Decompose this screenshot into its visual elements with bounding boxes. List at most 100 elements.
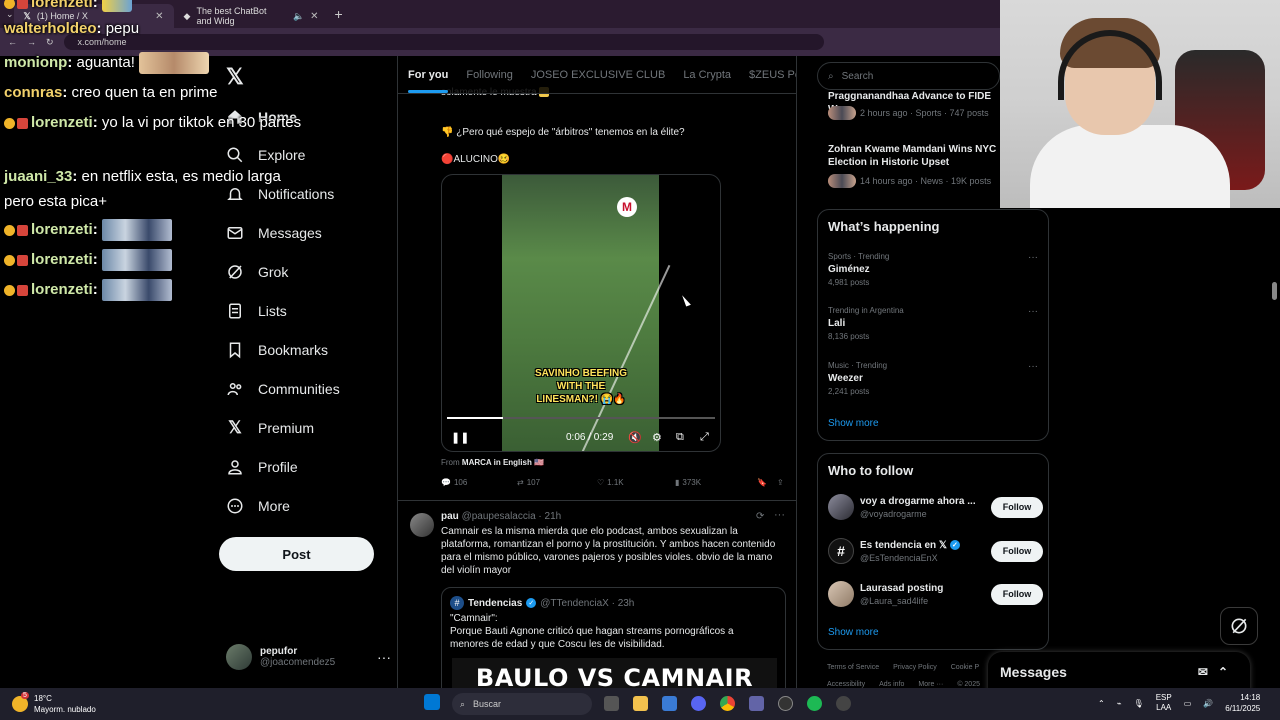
quoted-post[interactable]: # Tendencias ✓ @TTendenciaX · 23h "Camna… <box>441 587 786 688</box>
chrome-icon[interactable] <box>720 696 735 711</box>
video-player[interactable]: M SAVINHO BEEFING WITH THE LINESMAN?! 😭🔥… <box>441 174 721 452</box>
weather-widget[interactable]: 5 18°C Mayorm. nublado <box>12 692 96 715</box>
tab-following[interactable]: Following <box>466 69 512 81</box>
display-icon[interactable]: ▭ <box>1184 699 1192 708</box>
chat-message: lorenzeti: <box>4 279 172 301</box>
file-explorer-icon[interactable] <box>633 696 648 711</box>
follow-button[interactable]: Follow <box>991 540 1043 562</box>
emote <box>139 52 210 74</box>
reply-button[interactable]: 💬 106 <box>441 478 517 487</box>
taskbar-search[interactable]: ⌕ Buscar <box>452 693 592 715</box>
feed-tabs: For you Following JOSEO EXCLUSIVE CLUB L… <box>398 56 796 94</box>
chat-message: lorenzeti: <box>4 0 132 13</box>
trend-item[interactable]: Sports · Trending Giménez 4,981 posts ··… <box>828 252 1038 287</box>
weather-icon: 5 <box>12 692 29 712</box>
show-more-link[interactable]: Show more <box>828 627 879 638</box>
share-icon[interactable]: ⇪ <box>777 478 784 487</box>
compose-and-collapse-icons[interactable]: ✉⌃ <box>1198 665 1238 679</box>
grok-floating-button[interactable] <box>1220 607 1258 645</box>
x-premium-icon: 𝕏 <box>228 418 242 437</box>
mute-icon[interactable]: 🔇 <box>628 431 642 444</box>
settings-icon[interactable]: ⚙ <box>652 431 662 444</box>
grok-icon[interactable]: ⟳ <box>756 511 764 522</box>
search-input[interactable]: ⌕ Search <box>817 62 1000 90</box>
network-icon[interactable]: ⌁ <box>1117 699 1122 708</box>
clock[interactable]: 14:18 6/11/2025 <box>1225 692 1260 714</box>
webcam-overlay <box>1000 0 1280 208</box>
more-dots-icon[interactable]: ··· <box>1028 306 1038 317</box>
card-title: Who to follow <box>828 463 914 478</box>
progress-bar[interactable] <box>447 417 715 419</box>
store-icon[interactable] <box>662 696 677 711</box>
input-language[interactable]: ESP LAA <box>1156 693 1172 713</box>
emote <box>101 219 172 241</box>
discord-icon[interactable] <box>691 696 706 711</box>
video-caption: SAVINHO BEEFING WITH THE LINESMAN?! 😭🔥 <box>534 368 628 405</box>
microphone-icon[interactable]: 🎙 <box>1134 699 1144 708</box>
chevron-up-icon[interactable]: ⌃ <box>1098 699 1105 708</box>
post-header: pau @paupesalaccia · 21h <box>441 511 562 522</box>
trend-item[interactable]: Music · Trending Weezer 2,241 posts ··· <box>828 361 1038 396</box>
search-icon: ⌕ <box>828 70 834 82</box>
nav-premium[interactable]: 𝕏 Premium <box>226 418 314 437</box>
tab-joseo[interactable]: JOSEO EXCLUSIVE CLUB <box>531 69 666 81</box>
avatar[interactable] <box>410 513 434 537</box>
video-frame: M SAVINHO BEEFING WITH THE LINESMAN?! 😭🔥 <box>502 175 671 451</box>
close-tab-icon[interactable]: ✕ <box>310 11 318 22</box>
reply-icon: 💬 <box>441 478 451 487</box>
nav-bookmarks[interactable]: Bookmarks <box>226 341 328 359</box>
video-time: 0:06 / 0:29 <box>566 432 614 443</box>
fullscreen-icon[interactable]: ⤢ <box>700 431 709 444</box>
taskbar-apps <box>424 694 440 710</box>
repost-button[interactable]: ⇄ 107 <box>517 478 597 487</box>
more-dots-icon[interactable]: ··· <box>377 649 391 665</box>
post-actions: 💬 106 ⇄ 107 ♡ 1.1K ▮ 373K 🔖 ⇪ <box>441 478 786 487</box>
progress-fill <box>447 417 504 419</box>
post-button[interactable]: Post <box>219 537 374 571</box>
nav-profile[interactable]: Profile <box>226 458 298 476</box>
windows-start-icon[interactable] <box>424 694 440 710</box>
teams-icon[interactable] <box>749 696 764 711</box>
nav-communities[interactable]: Communities <box>226 380 340 398</box>
volume-icon[interactable]: 🔊 <box>1203 699 1213 708</box>
new-tab-button[interactable]: + <box>335 6 343 22</box>
nav-more[interactable]: More <box>226 497 290 515</box>
like-button[interactable]: ♡ 1.1K <box>597 478 675 487</box>
follow-suggestion[interactable]: Laurasad posting @Laura_sad4life Follow <box>828 579 1043 609</box>
quote-header: # Tendencias ✓ @TTendenciaX · 23h <box>450 596 634 610</box>
follow-button[interactable]: Follow <box>991 583 1043 605</box>
pause-icon[interactable]: ❚❚ <box>451 431 469 444</box>
thumbs-down-emoji-icon: 👎 <box>441 127 454 138</box>
obs-icon[interactable] <box>778 696 793 711</box>
bookmark-icon[interactable]: 🔖 <box>757 478 777 487</box>
avatar-stack <box>828 174 856 188</box>
heart-icon: ♡ <box>597 478 605 487</box>
messages-drawer[interactable]: Messages ✉⌃ <box>988 652 1250 692</box>
popout-icon[interactable]: ⧉ <box>676 431 684 444</box>
views-icon: ▮ <box>675 478 680 487</box>
show-more-link[interactable]: Show more <box>828 418 879 429</box>
follow-button[interactable]: Follow <box>991 496 1043 518</box>
more-dots-icon[interactable]: ··· <box>1028 252 1038 263</box>
follow-suggestion[interactable]: voy a drogarme ahora ... @voyadrogarme F… <box>828 492 1043 522</box>
news-title[interactable]: Zohran Kwame Mamdani Wins NYC Election i… <box>828 143 1000 169</box>
scrollbar[interactable] <box>1272 282 1277 300</box>
tab-la-crypta[interactable]: La Crypta <box>683 69 731 81</box>
account-switcher[interactable]: pepufor @joacomendez5 ··· <box>226 644 391 670</box>
chat-message: juaani_33: en netflix esta, es medio lar… <box>4 168 281 210</box>
follow-suggestion[interactable]: # Es tendencia en 𝕏 ✓ @EsTendenciaEnX Fol… <box>828 536 1043 566</box>
tab-for-you[interactable]: For you <box>408 69 449 93</box>
avatar <box>828 581 854 607</box>
views-button[interactable]: ▮ 373K <box>675 478 757 487</box>
whats-happening-card: What’s happening Sports · Trending Gimén… <box>817 209 1049 441</box>
trend-item[interactable]: Trending in Argentina Lali 8,136 posts ·… <box>828 306 1038 341</box>
more-dots-icon[interactable]: ··· <box>774 509 785 521</box>
footer-links: Accessibility Ads info More ··· © 2025 <box>827 681 980 688</box>
post[interactable]: pau @paupesalaccia · 21h ⟳ ··· Camnair e… <box>398 500 796 688</box>
streamer-shirt <box>1030 125 1230 208</box>
task-view-icon[interactable] <box>604 696 619 711</box>
spotify-icon[interactable] <box>807 696 822 711</box>
tab-zeus[interactable]: $ZEUS Pepe's <box>749 69 796 81</box>
media-player-icon[interactable] <box>836 696 851 711</box>
more-dots-icon[interactable]: ··· <box>1028 361 1038 372</box>
